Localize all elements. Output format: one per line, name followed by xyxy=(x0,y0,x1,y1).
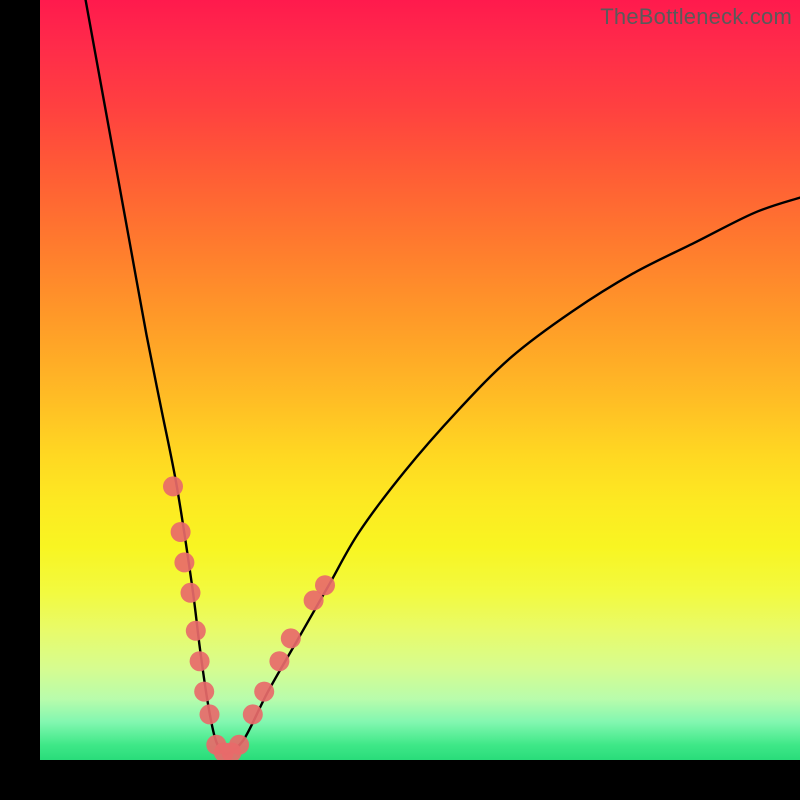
highlight-dot xyxy=(269,651,289,671)
highlight-dot xyxy=(281,628,301,648)
highlight-dot xyxy=(190,651,210,671)
highlight-dot xyxy=(194,682,214,702)
highlight-dot xyxy=(186,621,206,641)
bottleneck-curve xyxy=(86,0,800,754)
highlight-dot xyxy=(243,704,263,724)
chart-frame: TheBottleneck.com xyxy=(0,0,800,800)
plot-area: TheBottleneck.com xyxy=(40,0,800,760)
highlight-dot xyxy=(181,583,201,603)
chart-svg xyxy=(40,0,800,760)
highlight-dot xyxy=(229,735,249,755)
highlight-dot xyxy=(174,552,194,572)
highlight-dot xyxy=(315,575,335,595)
highlight-dot xyxy=(254,682,274,702)
highlight-dot xyxy=(200,704,220,724)
highlight-dot xyxy=(171,522,191,542)
highlight-dot xyxy=(163,476,183,496)
